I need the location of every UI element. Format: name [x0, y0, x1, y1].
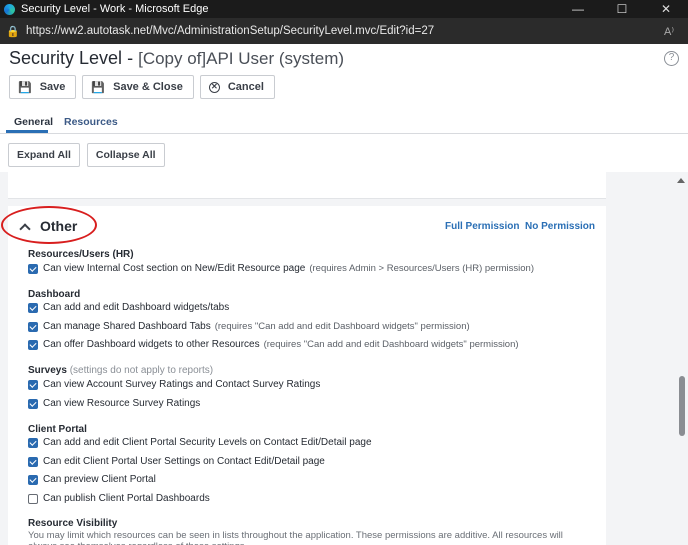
lock-icon[interactable]: 🔒 — [6, 25, 26, 38]
maximize-icon[interactable]: ☐ — [600, 2, 644, 16]
option-label: Can view Internal Cost section on New/Ed… — [43, 263, 306, 274]
option-note: (requires "Can add and edit Dashboard wi… — [263, 339, 519, 350]
option-internal-cost[interactable]: Can view Internal Cost section on New/Ed… — [28, 263, 534, 274]
option-label: Can edit Client Portal User Settings on … — [43, 456, 325, 467]
option-resource-survey-ratings[interactable]: Can view Resource Survey Ratings — [28, 398, 200, 409]
option-label: Can view Resource Survey Ratings — [43, 398, 201, 409]
tab-general[interactable]: General — [14, 116, 53, 128]
option-note: (requires "Can add and edit Dashboard wi… — [214, 321, 470, 332]
cancel-button-label: Cancel — [227, 81, 264, 93]
checkbox-checked[interactable] — [28, 321, 38, 332]
checkbox-checked[interactable] — [28, 456, 38, 467]
group-name: Surveys — [28, 365, 67, 376]
red-annotation-ellipse — [1, 206, 97, 244]
toolbar: 💾 Save 💾 Save & Close ✕ Cancel — [9, 75, 275, 99]
option-preview-portal[interactable]: Can preview Client Portal — [28, 474, 156, 485]
read-aloud-icon[interactable]: A⁾ — [664, 25, 688, 38]
option-portal-user-settings[interactable]: Can edit Client Portal User Settings on … — [28, 456, 325, 467]
edge-app-icon — [4, 3, 15, 15]
url-text[interactable]: https://ww2.autotask.net/Mvc/Administrat… — [26, 25, 664, 37]
tab-bar: General Resources — [0, 110, 688, 134]
no-permission-link[interactable]: No Permission — [525, 221, 595, 232]
option-label: Can preview Client Portal — [43, 474, 156, 485]
option-manage-shared-tabs[interactable]: Can manage Shared Dashboard Tabs (requir… — [28, 321, 470, 332]
floppy-disk-icon: 💾 — [18, 81, 32, 94]
checkbox-checked[interactable] — [28, 302, 38, 313]
vertical-scrollbar[interactable] — [675, 172, 688, 545]
option-add-edit-dashboard[interactable]: Can add and edit Dashboard widgets/tabs — [28, 302, 229, 313]
group-heading-resources-users: Resources/Users (HR) — [28, 249, 134, 260]
checkbox-checked[interactable] — [28, 339, 38, 350]
scrollbar-thumb[interactable] — [679, 376, 685, 436]
page-title-subtitle: [Copy of]API User (system) — [138, 49, 345, 68]
page-title: Security Level - [Copy of]API User (syst… — [9, 48, 344, 69]
cancel-circle-icon: ✕ — [208, 81, 220, 93]
checkbox-checked[interactable] — [28, 379, 38, 390]
page-title-separator: - — [127, 48, 134, 68]
option-label: Can offer Dashboard widgets to other Res… — [43, 339, 260, 350]
window-title: Security Level - Work - Microsoft Edge — [21, 3, 209, 15]
option-account-survey-ratings[interactable]: Can view Account Survey Ratings and Cont… — [28, 379, 320, 390]
save-button[interactable]: 💾 Save — [9, 75, 77, 99]
group-heading-surveys: Surveys (settings do not apply to report… — [28, 365, 213, 376]
group-heading-dashboard: Dashboard — [28, 289, 81, 300]
section-other: Other Full Permission No Permission Reso… — [1, 206, 606, 545]
save-close-button-label: Save & Close — [113, 81, 183, 93]
browser-title-bar: Security Level - Work - Microsoft Edge —… — [0, 0, 688, 18]
address-bar[interactable]: 🔒 https://ww2.autotask.net/Mvc/Administr… — [0, 18, 688, 44]
option-portal-security-levels[interactable]: Can add and edit Client Portal Security … — [28, 437, 372, 448]
group-heading-client-portal: Client Portal — [28, 424, 87, 435]
option-label: Can add and edit Dashboard widgets/tabs — [43, 302, 230, 313]
floppy-disk-icon: 💾 — [91, 81, 106, 94]
option-publish-portal-dashboards[interactable]: Can publish Client Portal Dashboards — [28, 493, 210, 504]
tab-resources[interactable]: Resources — [64, 116, 118, 128]
checkbox-checked[interactable] — [28, 263, 38, 274]
active-tab-indicator — [6, 130, 48, 133]
option-label: Can manage Shared Dashboard Tabs — [43, 321, 211, 332]
save-close-button[interactable]: 💾 Save & Close — [82, 75, 194, 99]
checkbox-unchecked[interactable] — [28, 493, 38, 504]
cancel-button[interactable]: ✕ Cancel — [199, 75, 275, 99]
close-window-icon[interactable]: ✕ — [644, 2, 688, 16]
option-label: Can publish Client Portal Dashboards — [43, 493, 210, 504]
scroll-up-arrow-icon[interactable] — [677, 178, 685, 183]
option-offer-widgets[interactable]: Can offer Dashboard widgets to other Res… — [28, 339, 519, 350]
full-permission-link[interactable]: Full Permission — [445, 221, 519, 232]
expand-all-button[interactable]: Expand All — [8, 143, 80, 167]
checkbox-checked[interactable] — [28, 398, 38, 409]
group-heading-resource-visibility: Resource Visibility — [28, 518, 118, 529]
option-note: (requires Admin > Resources/Users (HR) p… — [309, 263, 534, 274]
group-note: (settings do not apply to reports) — [69, 365, 214, 376]
help-icon[interactable]: ? — [664, 51, 679, 66]
expand-collapse-row: Expand All Collapse All — [8, 143, 165, 167]
collapse-all-button[interactable]: Collapse All — [86, 143, 165, 167]
minimize-icon[interactable]: — — [556, 2, 600, 16]
option-label: Can view Account Survey Ratings and Cont… — [43, 379, 321, 390]
previous-section-card — [8, 172, 606, 199]
page-title-main: Security Level — [9, 48, 123, 68]
save-button-label: Save — [39, 81, 66, 93]
checkbox-checked[interactable] — [28, 474, 38, 485]
option-label: Can add and edit Client Portal Security … — [43, 437, 372, 448]
resource-visibility-description: You may limit which resources can be see… — [28, 530, 563, 545]
checkbox-checked[interactable] — [28, 437, 38, 448]
